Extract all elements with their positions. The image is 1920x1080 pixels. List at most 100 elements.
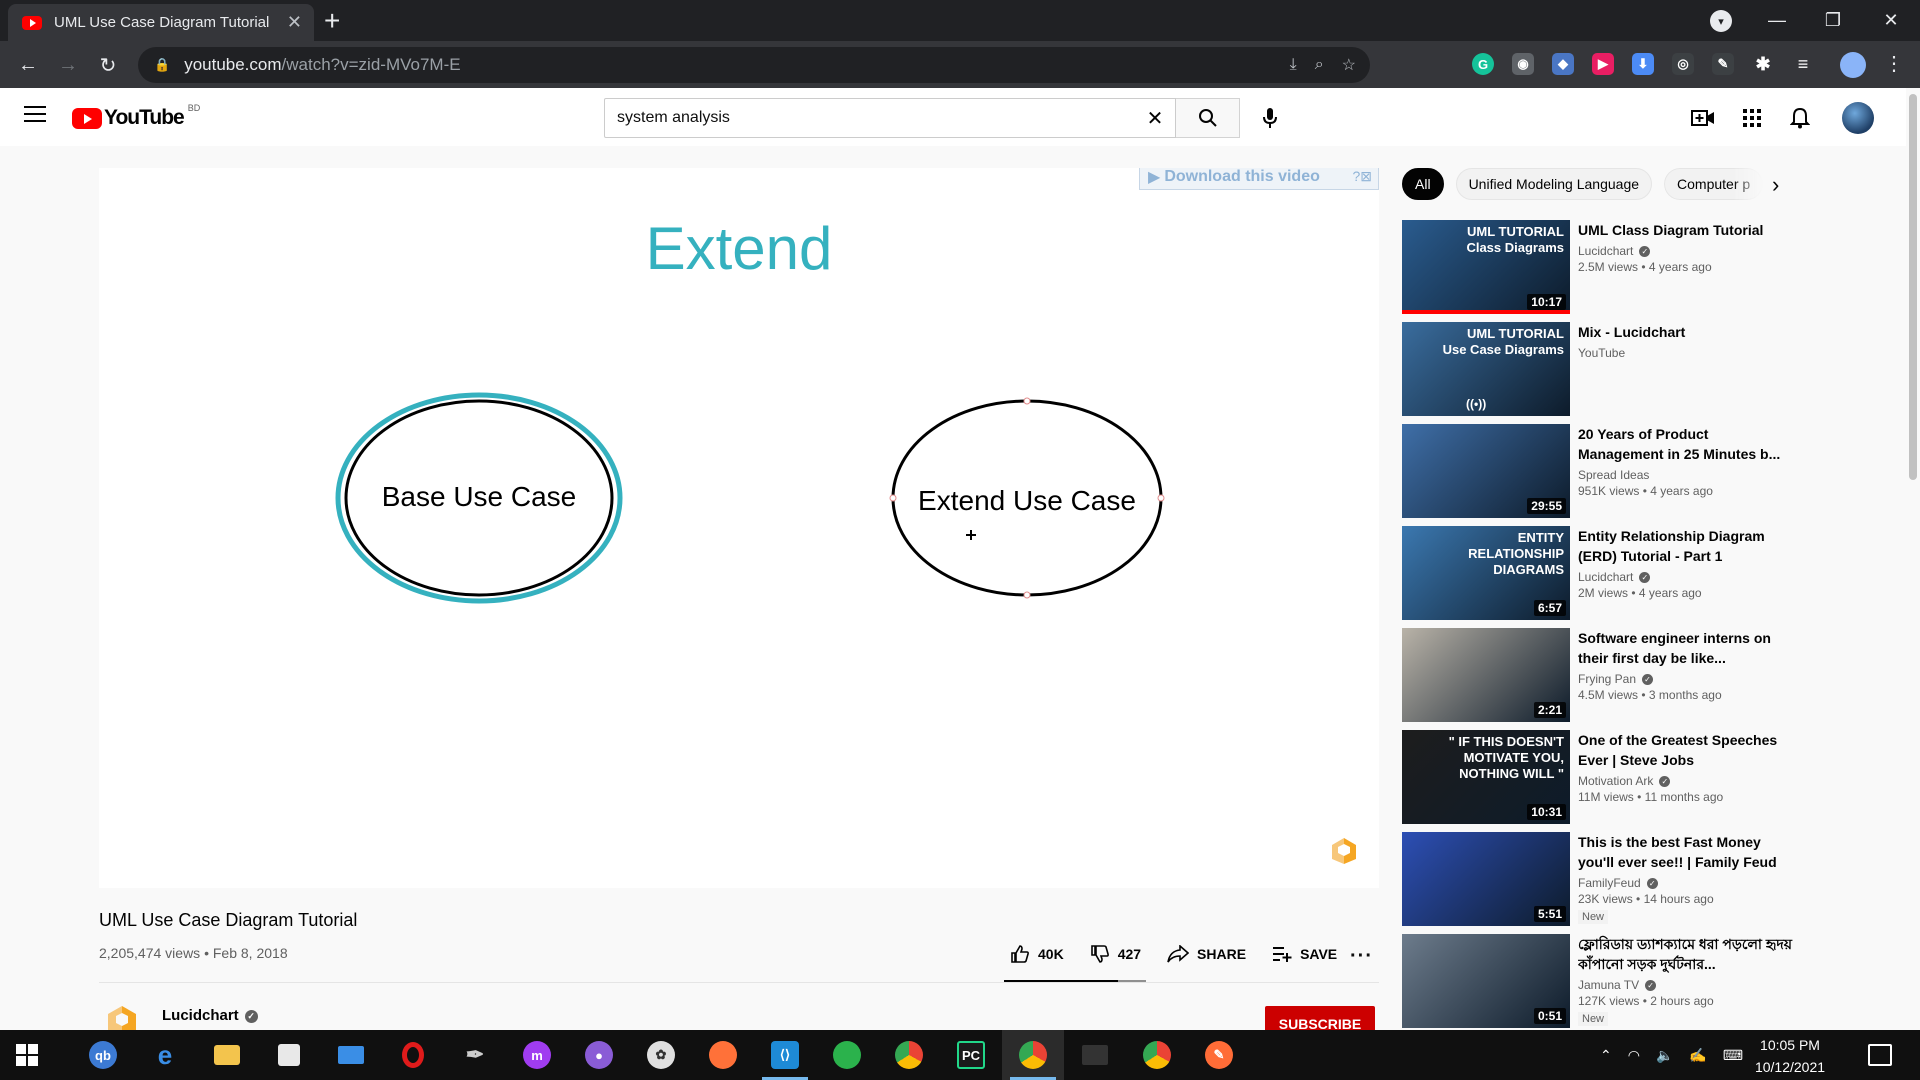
mail-taskbar-icon[interactable]: [320, 1030, 382, 1080]
reload-icon[interactable]: ↻: [92, 49, 124, 81]
store-taskbar-icon[interactable]: [258, 1030, 320, 1080]
grammarly-extension-icon[interactable]: G: [1472, 53, 1494, 75]
recommendation-item[interactable]: 2:21 Software engineer interns on their f…: [1402, 628, 1902, 724]
recommendation-title[interactable]: 20 Years of Product Management in 25 Min…: [1578, 424, 1794, 464]
address-bar[interactable]: 🔒 youtube.com/watch?v=zid-MVo7M-E ⤓ ⌕ ☆: [138, 47, 1370, 83]
recommendation-title[interactable]: Entity Relationship Diagram (ERD) Tutori…: [1578, 526, 1794, 566]
pen-tray-icon[interactable]: ✍: [1689, 1047, 1706, 1064]
recommendation-channel[interactable]: Lucidchart ✓: [1578, 570, 1794, 584]
qbittorrent-taskbar-icon[interactable]: qb: [72, 1030, 134, 1080]
recommendation-channel[interactable]: Lucidchart ✓: [1578, 244, 1794, 258]
github-taskbar-icon[interactable]: ●: [568, 1030, 630, 1080]
chrome-taskbar-icon[interactable]: [878, 1030, 940, 1080]
paint-taskbar-icon[interactable]: ✿: [630, 1030, 692, 1080]
recommendation-channel[interactable]: Jamuna TV ✓: [1578, 978, 1794, 992]
page-scrollbar[interactable]: [1906, 88, 1920, 1030]
extension-icon[interactable]: ◎: [1672, 53, 1694, 75]
pen-tool-taskbar-icon[interactable]: ✒: [444, 1030, 506, 1080]
vscode-taskbar-icon[interactable]: ⟨⟩: [754, 1030, 816, 1080]
file-explorer-taskbar-icon[interactable]: [196, 1030, 258, 1080]
account-avatar[interactable]: [1842, 102, 1874, 134]
tray-expand-icon[interactable]: ⌃: [1600, 1047, 1612, 1064]
media-control-icon[interactable]: ≡: [1792, 53, 1814, 75]
taskbar-clock[interactable]: 10:05 PM 10/12/2021: [1740, 1034, 1840, 1078]
start-menu-icon[interactable]: [16, 1044, 38, 1066]
chrome-active-taskbar-icon[interactable]: [1002, 1030, 1064, 1080]
notification-center-icon[interactable]: [1868, 1044, 1892, 1066]
recommendation-thumbnail[interactable]: 5:51: [1402, 832, 1570, 926]
chip-all[interactable]: All: [1402, 168, 1444, 200]
terminal-taskbar-icon[interactable]: [1064, 1030, 1126, 1080]
chrome-menu-icon[interactable]: ⋮: [1884, 51, 1904, 76]
edge-taskbar-icon[interactable]: e: [134, 1030, 196, 1080]
scrollbar-thumb[interactable]: [1909, 94, 1917, 480]
recommendation-item[interactable]: UML TUTORIAL Use Case Diagrams ((•)) Mix -…: [1402, 322, 1902, 418]
tab-close-icon[interactable]: ✕: [287, 12, 302, 33]
recommendation-item[interactable]: 5:51 This is the best Fast Money you'll e…: [1402, 832, 1902, 928]
recommendation-channel[interactable]: Frying Pan ✓: [1578, 672, 1794, 686]
youtube-logo[interactable]: YouTube BD: [72, 103, 200, 130]
firefox-taskbar-icon[interactable]: [692, 1030, 754, 1080]
pen-extension-icon[interactable]: ✎: [1712, 53, 1734, 75]
volume-icon[interactable]: 🔈: [1656, 1047, 1673, 1064]
postman-taskbar-icon[interactable]: ✎: [1188, 1030, 1250, 1080]
clear-search-icon[interactable]: ✕: [1135, 106, 1175, 131]
recommendation-thumbnail[interactable]: ENTITY RELATIONSHIP DIAGRAMS 6:57: [1402, 526, 1570, 620]
extension-icon[interactable]: ◆: [1552, 53, 1574, 75]
video-player[interactable]: ▶ Download this video ?⊠ Extend Base Use…: [99, 168, 1379, 888]
recommendation-thumbnail[interactable]: 0:51: [1402, 934, 1570, 1028]
video-extension-icon[interactable]: ▶: [1592, 53, 1614, 75]
lucidchart-watermark-icon[interactable]: [1329, 836, 1359, 866]
recommendation-thumbnail[interactable]: " IF THIS DOESN'T MOTIVATE YOU, NOTHING …: [1402, 730, 1570, 824]
chrome-profile-avatar[interactable]: [1840, 52, 1866, 78]
recommendation-title[interactable]: Mix - Lucidchart: [1578, 322, 1794, 342]
recommendation-channel[interactable]: FamilyFeud ✓: [1578, 876, 1794, 890]
recommendation-thumbnail[interactable]: 2:21: [1402, 628, 1570, 722]
share-button[interactable]: SHARE: [1167, 945, 1246, 963]
recommendation-item[interactable]: 29:55 20 Years of Product Management in 2…: [1402, 424, 1902, 520]
wifi-icon[interactable]: ◠: [1628, 1047, 1640, 1064]
chip-uml[interactable]: Unified Modeling Language: [1455, 168, 1653, 200]
bookmark-star-icon[interactable]: ☆: [1342, 55, 1356, 75]
browser-tab[interactable]: UML Use Case Diagram Tutorial ✕: [8, 4, 314, 41]
restore-icon[interactable]: ❐: [1808, 0, 1858, 41]
apps-grid-icon[interactable]: [1738, 104, 1766, 132]
search-button[interactable]: [1176, 98, 1240, 138]
notifications-bell-icon[interactable]: [1786, 104, 1814, 132]
screenshot-extension-icon[interactable]: ◉: [1512, 53, 1534, 75]
hamburger-menu-icon[interactable]: [24, 106, 46, 124]
recommendation-thumbnail[interactable]: UML TUTORIAL Use Case Diagrams ((•)): [1402, 322, 1570, 416]
recommendation-item[interactable]: ENTITY RELATIONSHIP DIAGRAMS 6:57 Entity R…: [1402, 526, 1902, 622]
like-button[interactable]: 40K: [1010, 944, 1064, 964]
recommendation-channel[interactable]: Spread Ideas: [1578, 468, 1794, 482]
recommendation-item[interactable]: UML TUTORIAL Class Diagrams 10:17 UML Clas…: [1402, 220, 1902, 316]
extensions-puzzle-icon[interactable]: ✱: [1752, 53, 1774, 75]
voice-search-button[interactable]: [1250, 98, 1290, 138]
create-video-icon[interactable]: [1689, 104, 1717, 132]
recommendation-title[interactable]: This is the best Fast Money you'll ever …: [1578, 832, 1794, 872]
search-field[interactable]: ✕: [604, 98, 1176, 138]
search-input[interactable]: [617, 109, 1135, 127]
globe-taskbar-icon[interactable]: [816, 1030, 878, 1080]
chevron-right-icon[interactable]: ›: [1772, 172, 1779, 198]
recommendation-thumbnail[interactable]: 29:55: [1402, 424, 1570, 518]
zoom-icon[interactable]: ⌕: [1315, 56, 1324, 74]
more-actions-icon[interactable]: ···: [1350, 945, 1373, 968]
recommendation-title[interactable]: ফ্লোরিডায় ড্যাশক্যামে ধরা পড়লো হৃদয় ক…: [1578, 934, 1794, 974]
close-window-icon[interactable]: ✕: [1866, 0, 1916, 41]
recommendation-channel[interactable]: YouTube: [1578, 346, 1794, 360]
recommendation-item[interactable]: " IF THIS DOESN'T MOTIVATE YOU, NOTHING …: [1402, 730, 1902, 826]
install-app-icon[interactable]: ⤓: [1290, 56, 1297, 74]
recommendation-title[interactable]: One of the Greatest Speeches Ever | Stev…: [1578, 730, 1794, 770]
save-button[interactable]: SAVE: [1272, 945, 1337, 963]
recommendation-title[interactable]: UML Class Diagram Tutorial: [1578, 220, 1794, 240]
dislike-button[interactable]: 427: [1090, 944, 1141, 964]
tab-search-icon[interactable]: ▾: [1710, 10, 1732, 32]
chip-computer[interactable]: Computer p: [1664, 168, 1764, 200]
recommendation-channel[interactable]: Motivation Ark ✓: [1578, 774, 1794, 788]
back-icon[interactable]: ←: [12, 49, 44, 81]
opera-taskbar-icon[interactable]: [382, 1030, 444, 1080]
chrome-profile-taskbar-icon[interactable]: [1126, 1030, 1188, 1080]
forward-icon[interactable]: →: [52, 49, 84, 81]
new-tab-icon[interactable]: +: [324, 6, 340, 36]
